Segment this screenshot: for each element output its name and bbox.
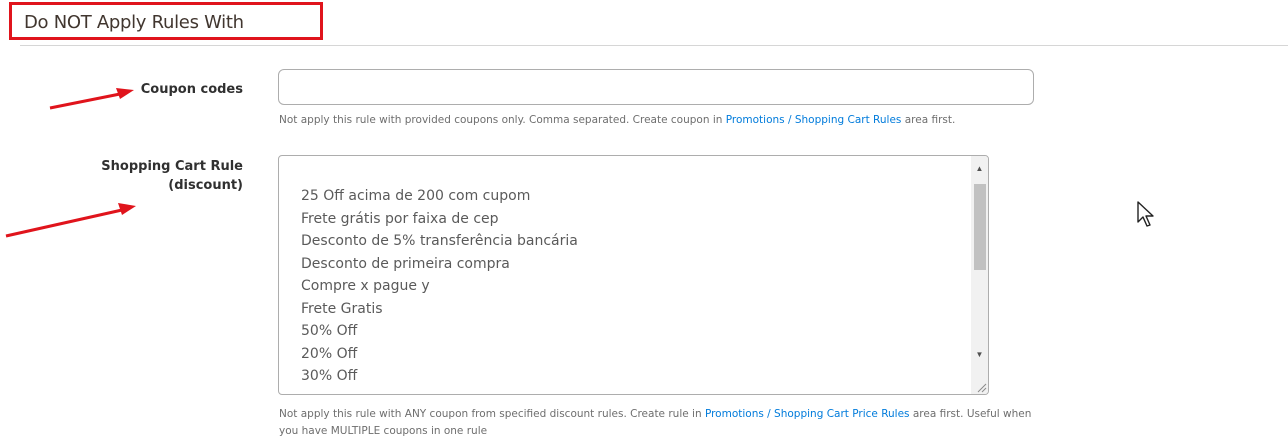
rule-options-list: 25 Off acima de 200 com cupom Frete grát… [301,185,578,388]
shopping-cart-rule-label: Shopping Cart Rule (discount) [101,159,243,193]
rule-option[interactable]: Compre x pague y [301,275,578,298]
multiselect-scrollbar[interactable]: ▲ ▼ [971,156,988,394]
annotation-arrows [5,88,136,238]
rule-option[interactable]: Desconto de 5% transferência bancária [301,230,578,253]
rule-option[interactable]: Desconto de primeira compra [301,253,578,276]
shopping-cart-rule-multiselect[interactable]: 25 Off acima de 200 com cupom Frete grát… [278,155,989,395]
rule-option[interactable]: 50% Off [301,320,578,343]
scroll-down-icon[interactable]: ▼ [971,346,988,363]
rule-option[interactable]: 20% Off [301,343,578,366]
scroll-up-icon[interactable]: ▲ [971,160,988,177]
coupon-codes-note: Not apply this rule with provided coupon… [279,114,956,126]
annotation-arrow-cart-rule [5,203,136,238]
rule-option[interactable]: Frete grátis por faixa de cep [301,208,578,231]
rule-option[interactable]: 25 Off acima de 200 com cupom [301,185,578,208]
promotions-shopping-cart-rules-link[interactable]: Promotions / Shopping Cart Rules [726,114,902,126]
coupon-codes-label: Coupon codes [140,82,243,97]
coupon-codes-input[interactable] [278,69,1034,105]
resize-grip-icon[interactable] [975,381,987,393]
rule-option[interactable]: Frete Gratis [301,298,578,321]
promotions-shopping-cart-price-rules-link[interactable]: Promotions / Shopping Cart Price Rules [705,408,910,420]
mouse-pointer-icon [1137,201,1154,227]
shopping-cart-rule-note: Not apply this rule with ANY coupon from… [279,408,1032,437]
scrollbar-thumb[interactable] [974,184,986,270]
rule-option[interactable]: 30% Off [301,365,578,388]
